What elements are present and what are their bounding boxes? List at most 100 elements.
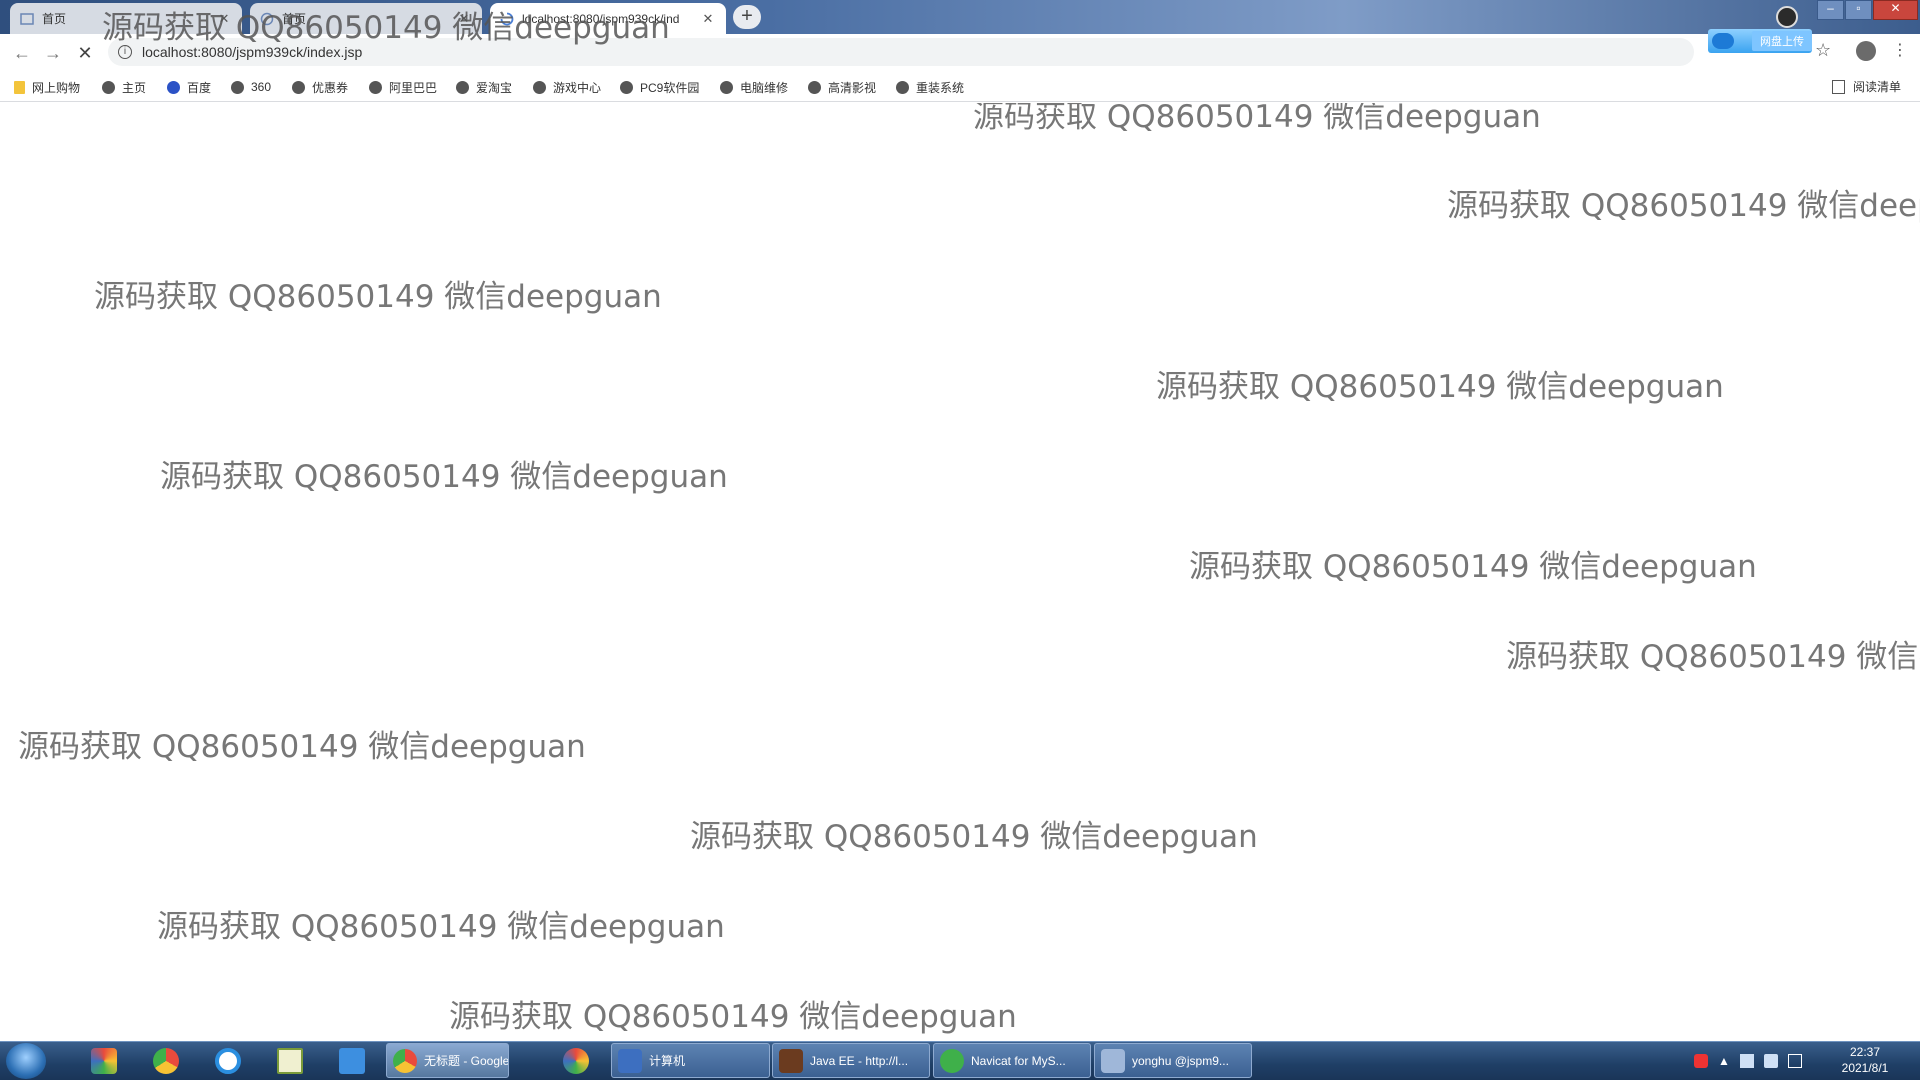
notepad-icon[interactable] bbox=[270, 1045, 310, 1077]
watermark-text: 源码获取 QQ86050149 微信de bbox=[1506, 639, 1920, 675]
stop-loading-icon[interactable]: ✕ bbox=[73, 42, 97, 64]
taskbar-task-computer[interactable]: 计算机 bbox=[611, 1043, 770, 1078]
desktop-screen: 首页 ✕ 首页 ✕ localhost:8080/jspm939ck/ind ✕… bbox=[0, 0, 1920, 1080]
globe-icon bbox=[720, 80, 733, 94]
minimize-button[interactable]: – bbox=[1817, 0, 1844, 20]
bookmark-item[interactable]: 网上购物 bbox=[14, 78, 80, 96]
new-tab-button[interactable]: + bbox=[733, 5, 761, 29]
bookmark-item[interactable]: 阿里巴巴 bbox=[369, 78, 437, 96]
close-icon[interactable]: ✕ bbox=[700, 11, 716, 27]
bookmark-label: 360 bbox=[251, 80, 272, 94]
taskbar-task-yonghu-table[interactable]: yonghu @jspm9... bbox=[1094, 1043, 1252, 1078]
account-icon[interactable] bbox=[1856, 41, 1876, 61]
clock-time: 22:37 bbox=[1849, 1045, 1881, 1059]
action-center-icon[interactable] bbox=[1787, 1054, 1802, 1068]
task-label: 计算机 bbox=[649, 1054, 686, 1068]
page-icon bbox=[20, 12, 34, 26]
more-menu-icon[interactable]: ⋮ bbox=[1892, 40, 1908, 60]
taskbar-task-chrome[interactable]: 无标题 - Google... bbox=[386, 1043, 509, 1078]
watermark-text: 源码获取 QQ86050149 微信deepguan bbox=[1156, 369, 1724, 405]
bookmark-label: 游戏中心 bbox=[553, 80, 602, 95]
bookmark-label: 重装系统 bbox=[916, 80, 965, 95]
bookmark-item[interactable]: 360 bbox=[231, 78, 271, 96]
watermark-text: 源码获取 QQ86050149 微信deepguan bbox=[94, 279, 662, 315]
forward-arrow-icon[interactable]: → bbox=[41, 42, 65, 64]
bookmark-label: 电脑维修 bbox=[740, 80, 789, 95]
window-close-button[interactable]: ✕ bbox=[1873, 0, 1918, 20]
watermark-text: 源码获取 QQ86050149 微信deepguan bbox=[160, 459, 728, 495]
profile-download-icon[interactable] bbox=[1776, 6, 1798, 28]
computer-icon bbox=[618, 1048, 642, 1073]
show-hidden-icons-icon[interactable]: ▲ bbox=[1718, 1054, 1730, 1068]
watermark-text: 源码获取 QQ86050149 微信deepguan bbox=[18, 729, 586, 765]
bookmark-label: 主页 bbox=[122, 80, 147, 95]
watermark-text: 源码获取 QQ86050149 微信deepguan bbox=[973, 103, 1541, 135]
globe-icon bbox=[620, 80, 633, 94]
baidu-netdisk-extension[interactable]: 网盘上传 bbox=[1708, 29, 1812, 53]
browser-icon[interactable] bbox=[556, 1045, 596, 1077]
globe-icon bbox=[102, 80, 115, 94]
maximize-button[interactable]: ▫ bbox=[1845, 0, 1872, 20]
chrome-icon[interactable] bbox=[146, 1045, 186, 1077]
page-content: 源码获取 QQ86050149 微信deepguan 源码获取 QQ860501… bbox=[0, 103, 1920, 1041]
taskbar-task-java-ee[interactable]: Java EE - http://l... bbox=[772, 1043, 930, 1078]
volume-icon[interactable] bbox=[1763, 1054, 1778, 1068]
watermark-text: 源码获取 QQ86050149 微信deepguan bbox=[102, 10, 670, 46]
bookmark-label: 高清影视 bbox=[828, 80, 877, 95]
taskbar-task-navicat[interactable]: Navicat for MyS... bbox=[933, 1043, 1091, 1078]
task-label: Navicat for MyS... bbox=[971, 1053, 1066, 1068]
bookmark-star-icon[interactable]: ☆ bbox=[1815, 40, 1831, 61]
bookmark-label: 爱淘宝 bbox=[476, 80, 513, 95]
bookmark-label: PC9软件园 bbox=[640, 80, 700, 95]
bookmark-label: 优惠券 bbox=[312, 80, 349, 95]
baidu-paw-icon bbox=[167, 80, 180, 94]
reading-list-icon bbox=[1832, 79, 1845, 94]
watermark-text: 源码获取 QQ86050149 微信deepg bbox=[1447, 188, 1920, 224]
globe-icon bbox=[896, 80, 909, 94]
bookmark-item[interactable]: 高清影视 bbox=[808, 78, 876, 96]
globe-icon bbox=[292, 80, 305, 94]
start-button[interactable] bbox=[6, 1043, 46, 1079]
network-icon[interactable] bbox=[1739, 1054, 1754, 1068]
clock[interactable]: 22:37 2021/8/1 bbox=[1825, 1044, 1905, 1076]
bookmark-item[interactable]: 百度 bbox=[167, 78, 211, 96]
sogou-ime-icon[interactable] bbox=[1694, 1054, 1708, 1068]
task-label: yonghu @jspm9... bbox=[1132, 1053, 1229, 1068]
watermark-text: 源码获取 QQ86050149 微信deepguan bbox=[449, 999, 1017, 1035]
baidu-netdisk-icon[interactable] bbox=[208, 1045, 248, 1077]
watermark-text: 源码获取 QQ86050149 微信deepguan bbox=[690, 819, 1258, 855]
bookmark-item[interactable]: 游戏中心 bbox=[533, 78, 601, 96]
globe-icon bbox=[533, 80, 546, 94]
bookmark-item[interactable]: 爱淘宝 bbox=[456, 78, 512, 96]
globe-icon bbox=[369, 80, 382, 94]
globe-icon bbox=[456, 80, 469, 94]
table-icon bbox=[1101, 1048, 1125, 1073]
bookmarks-bar: 网上购物 主页 百度 360 优惠券 阿里巴巴 爱淘宝 游戏中心 PC9软件园 … bbox=[0, 72, 1920, 102]
bookmark-item[interactable]: PC9软件园 bbox=[620, 78, 699, 96]
info-icon[interactable]: i bbox=[118, 45, 132, 59]
bookmark-label: 阿里巴巴 bbox=[389, 80, 438, 95]
app-launcher-icon[interactable] bbox=[84, 1045, 124, 1077]
back-arrow-icon[interactable]: ← bbox=[10, 42, 34, 64]
watermark-text: 源码获取 QQ86050149 微信deepguan bbox=[157, 909, 725, 945]
task-label: Java EE - http://l... bbox=[810, 1053, 909, 1068]
reading-list-button[interactable]: 阅读清单 bbox=[1832, 78, 1901, 95]
bookmark-item[interactable]: 重装系统 bbox=[896, 78, 964, 96]
chrome-icon bbox=[393, 1048, 417, 1073]
reading-list-label: 阅读清单 bbox=[1853, 80, 1902, 94]
bookmark-item[interactable]: 电脑维修 bbox=[720, 78, 788, 96]
bookmark-item[interactable]: 主页 bbox=[102, 78, 146, 96]
watermark-text: 源码获取 QQ86050149 微信deepguan bbox=[1189, 549, 1757, 585]
bookmark-label: 百度 bbox=[187, 80, 212, 95]
file-manager-icon[interactable] bbox=[332, 1045, 372, 1077]
globe-icon bbox=[808, 80, 821, 94]
extension-label: 网盘上传 bbox=[1752, 31, 1812, 51]
folder-icon bbox=[14, 80, 25, 94]
system-tray: ▲ bbox=[1694, 1046, 1802, 1076]
bookmark-label: 网上购物 bbox=[32, 80, 81, 95]
task-label: 无标题 - Google... bbox=[424, 1054, 509, 1068]
clock-date: 2021/8/1 bbox=[1841, 1061, 1889, 1075]
bookmark-item[interactable]: 优惠券 bbox=[292, 78, 348, 96]
eclipse-icon bbox=[779, 1048, 803, 1073]
cloud-icon bbox=[1712, 33, 1734, 49]
